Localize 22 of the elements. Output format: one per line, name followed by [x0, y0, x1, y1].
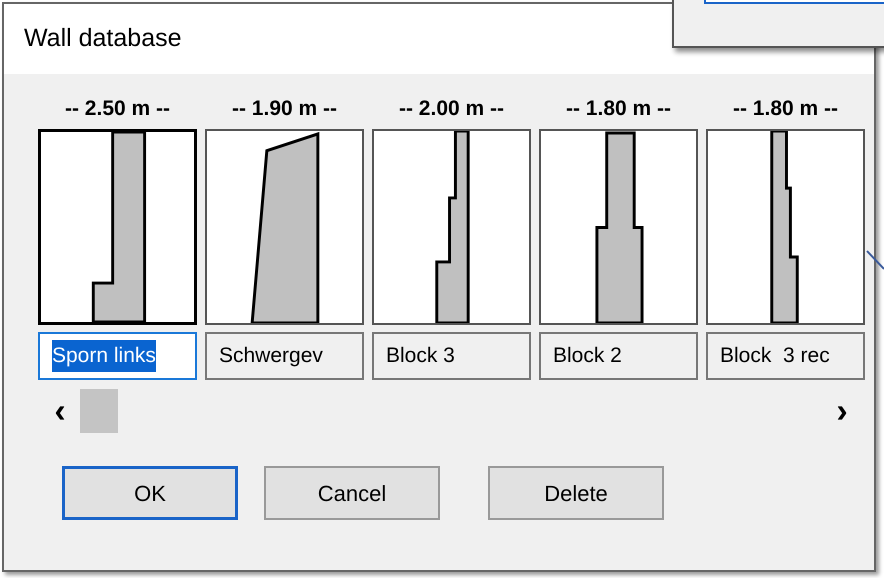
width-label: -- 2.50 m --	[64, 96, 170, 122]
wall-name-field[interactable]: Block 3 rec	[706, 332, 865, 380]
wall-preview[interactable]	[706, 129, 865, 325]
width-label: -- 1.80 m --	[566, 96, 672, 122]
width-label: -- 2.00 m --	[398, 96, 504, 122]
wall-preview[interactable]	[38, 129, 197, 325]
window-title: Wall database	[24, 23, 182, 54]
dialog-button[interactable]: Delete	[488, 466, 664, 520]
width-label: -- 1.80 m --	[732, 96, 838, 122]
wall-name-field[interactable]: Schwergev	[205, 332, 364, 380]
dialog-button[interactable]: Cancel	[264, 466, 440, 520]
scroll-left-button[interactable]: ‹	[48, 394, 72, 428]
wall-preview[interactable]	[539, 129, 698, 325]
wall-preview[interactable]	[205, 129, 364, 325]
scrollbar-thumb[interactable]	[80, 389, 118, 433]
wall-name-field[interactable]: Block 3	[372, 332, 531, 380]
wall-name-field[interactable]: Sporn links	[38, 332, 197, 380]
scroll-right-button[interactable]: ›	[830, 394, 854, 428]
dialog-button[interactable]: OK	[62, 466, 238, 520]
width-label: -- 1.90 m --	[232, 96, 338, 122]
wall-preview[interactable]	[372, 129, 531, 325]
wall-name-field[interactable]: Block 2	[539, 332, 698, 380]
